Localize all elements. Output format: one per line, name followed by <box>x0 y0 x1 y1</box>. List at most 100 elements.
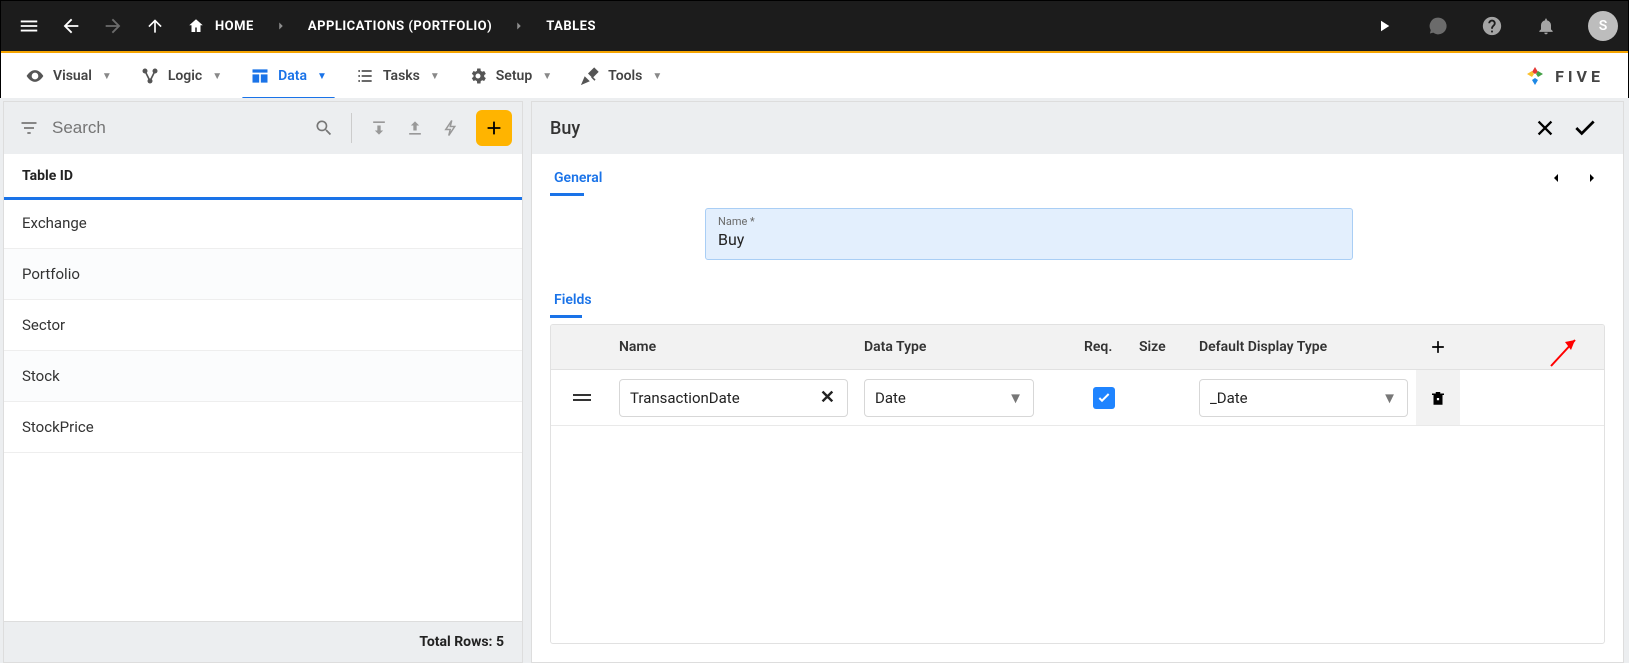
fields-grid-header: Name Data Type Req. Size Default Display… <box>551 325 1604 369</box>
name-field-value: Buy <box>718 230 1340 249</box>
table-icon <box>250 66 270 86</box>
cancel-button[interactable] <box>1525 108 1565 148</box>
breadcrumb-applications-label: APPLICATIONS (PORTFOLIO) <box>308 19 492 34</box>
tables-toolbar <box>4 102 522 154</box>
chevron-down-icon: ▼ <box>102 71 112 82</box>
nav-forward-button <box>95 8 131 44</box>
chevron-down-icon: ▼ <box>1008 389 1023 407</box>
tasks-icon <box>355 66 375 86</box>
detail-body: General Name * Buy Fields Name Data Type… <box>532 154 1623 662</box>
tab-fields-label: Fields <box>554 292 592 308</box>
field-name-input[interactable]: TransactionDate✕ <box>619 379 848 417</box>
search-icon[interactable] <box>309 118 339 138</box>
breadcrumb-home[interactable]: HOME <box>179 17 262 35</box>
general-section-header: General <box>550 164 1605 192</box>
avatar-initial: S <box>1599 18 1608 34</box>
avatar[interactable]: S <box>1588 11 1618 41</box>
tables-list-header-label: Table ID <box>22 168 73 184</box>
total-rows-label: Total Rows: 5 <box>419 634 504 650</box>
chevron-down-icon: ▼ <box>317 71 327 82</box>
field-size-input[interactable] <box>1131 370 1191 425</box>
chevron-right-icon <box>512 19 526 33</box>
col-drag <box>551 325 611 369</box>
col-datatype[interactable]: Data Type <box>856 325 1076 369</box>
tables-list-header[interactable]: Table ID <box>4 154 522 198</box>
tab-data[interactable]: Data▼ <box>236 53 341 99</box>
eye-icon <box>25 66 45 86</box>
tab-logic-label: Logic <box>168 68 202 84</box>
breadcrumb-tables[interactable]: TABLES <box>538 19 604 34</box>
tab-fields[interactable]: Fields <box>550 286 596 314</box>
add-field-button[interactable] <box>1416 325 1460 369</box>
bolt-icon[interactable] <box>436 119 466 137</box>
col-req[interactable]: Req. <box>1076 325 1131 369</box>
detail-panel: Buy General Name * Buy Fields <box>531 101 1624 663</box>
table-row-label: Portfolio <box>22 265 80 283</box>
tab-tools-label: Tools <box>608 68 642 84</box>
detail-header: Buy <box>532 102 1623 154</box>
table-row[interactable]: StockPrice <box>4 402 522 453</box>
breadcrumb-applications[interactable]: APPLICATIONS (PORTFOLIO) <box>300 19 500 34</box>
table-row-label: Sector <box>22 316 65 334</box>
tab-tasks[interactable]: Tasks▼ <box>341 53 454 99</box>
brand-logo[interactable]: FIVE <box>1523 64 1618 88</box>
col-ddt[interactable]: Default Display Type <box>1191 325 1416 369</box>
bell-icon[interactable] <box>1528 8 1564 44</box>
tab-setup-label: Setup <box>496 68 532 84</box>
table-row-label: Exchange <box>22 214 87 232</box>
tab-general-label: General <box>554 170 602 186</box>
chevron-down-icon: ▼ <box>652 71 662 82</box>
table-row[interactable]: Exchange <box>4 198 522 249</box>
detail-title: Buy <box>550 118 580 139</box>
table-row-label: StockPrice <box>22 418 94 436</box>
name-field-card[interactable]: Name * Buy <box>705 208 1353 260</box>
col-size[interactable]: Size <box>1131 325 1191 369</box>
field-datatype-value: Date <box>875 389 906 407</box>
name-field-label: Name * <box>718 215 1340 228</box>
tab-logic[interactable]: Logic▼ <box>126 53 236 99</box>
hamburger-menu-icon[interactable] <box>11 8 47 44</box>
search-input[interactable] <box>50 117 303 139</box>
clear-icon[interactable]: ✕ <box>818 387 837 408</box>
field-datatype-select[interactable]: Date ▼ <box>864 379 1034 417</box>
help-icon[interactable] <box>1474 8 1510 44</box>
chevron-right-icon <box>274 19 288 33</box>
field-ddt-select[interactable]: _Date▼ <box>1199 379 1408 417</box>
import-icon[interactable] <box>364 118 394 138</box>
tab-visual[interactable]: Visual▼ <box>11 53 126 99</box>
brand-icon <box>1523 64 1547 88</box>
home-icon <box>187 17 205 35</box>
next-record-button[interactable] <box>1579 165 1605 191</box>
drag-handle-icon[interactable] <box>559 394 591 401</box>
top-app-bar: HOME APPLICATIONS (PORTFOLIO) TABLES S <box>1 1 1628 51</box>
breadcrumb-home-label: HOME <box>215 19 254 34</box>
delete-field-button[interactable] <box>1416 370 1460 425</box>
gear-icon <box>468 66 488 86</box>
table-row[interactable]: Sector <box>4 300 522 351</box>
nav-back-button[interactable] <box>53 8 89 44</box>
run-button[interactable] <box>1366 8 1402 44</box>
col-name[interactable]: Name <box>611 325 856 369</box>
main-body: Table ID Exchange Portfolio Sector Stock… <box>0 98 1629 663</box>
add-table-button[interactable] <box>476 110 512 146</box>
chat-icon[interactable] <box>1420 8 1456 44</box>
tables-list: Exchange Portfolio Sector Stock StockPri… <box>4 198 522 621</box>
nav-up-button[interactable] <box>137 8 173 44</box>
logic-icon <box>140 66 160 86</box>
filter-icon[interactable] <box>14 118 44 138</box>
chevron-down-icon: ▼ <box>430 71 440 82</box>
export-icon[interactable] <box>400 118 430 138</box>
prev-record-button[interactable] <box>1543 165 1569 191</box>
save-button[interactable] <box>1565 108 1605 148</box>
field-row: TransactionDate✕ Date ▼ _Date▼ <box>551 369 1604 425</box>
breadcrumb-tables-label: TABLES <box>546 19 596 34</box>
tab-general[interactable]: General <box>550 164 606 192</box>
table-row[interactable]: Stock <box>4 351 522 402</box>
table-row[interactable]: Portfolio <box>4 249 522 300</box>
fields-grid: Name Data Type Req. Size Default Display… <box>550 324 1605 644</box>
field-required-checkbox[interactable] <box>1093 387 1115 409</box>
divider <box>351 113 352 143</box>
tools-icon <box>580 66 600 86</box>
tab-tools[interactable]: Tools ▼ <box>566 53 676 99</box>
tab-setup[interactable]: Setup▼ <box>454 53 566 99</box>
